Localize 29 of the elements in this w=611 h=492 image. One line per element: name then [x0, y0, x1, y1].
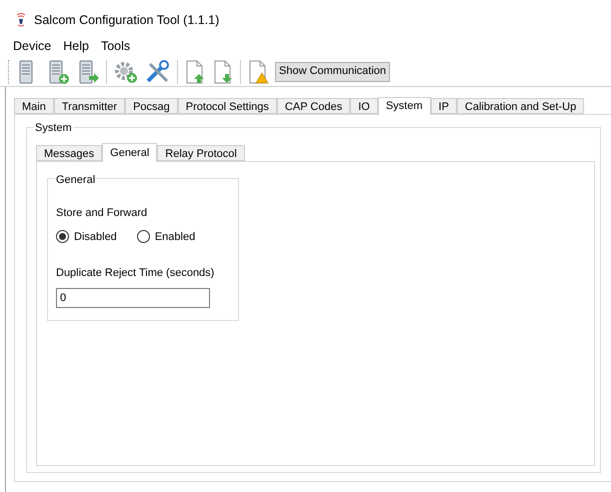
tab[interactable]: Transmitter: [54, 98, 126, 114]
app-logo-icon: [16, 13, 26, 27]
tab[interactable]: Messages: [36, 145, 102, 161]
input-field[interactable]: 0: [56, 288, 210, 308]
tab[interactable]: Relay Protocol: [157, 145, 245, 161]
field-label: Store and Forward: [56, 206, 148, 221]
document-warning-icon[interactable]: [247, 60, 269, 84]
tab[interactable]: System: [378, 97, 431, 115]
tab[interactable]: Calibration and Set-Up: [456, 98, 584, 114]
radio-button[interactable]: Enabled: [136, 228, 196, 245]
window-title: Salcom Configuration Tool (1.1.1): [34, 12, 220, 29]
tab[interactable]: Protocol Settings: [178, 98, 277, 114]
tab[interactable]: CAP Codes: [276, 98, 350, 114]
menu-item[interactable]: Device: [13, 36, 52, 56]
document-up-icon[interactable]: [184, 60, 206, 84]
tab[interactable]: IO: [350, 98, 378, 114]
tools-icon[interactable]: [145, 60, 171, 84]
gear-add-icon[interactable]: [113, 60, 139, 84]
menu-item[interactable]: Help: [63, 36, 89, 56]
show-communication-button[interactable]: Show Communication: [275, 62, 390, 82]
radio-button[interactable]: Disabled: [56, 228, 117, 245]
document-down-icon[interactable]: [212, 60, 234, 84]
field-label: Duplicate Reject Time (seconds): [56, 266, 216, 281]
tab[interactable]: Pocsag: [125, 98, 178, 114]
tab[interactable]: IP: [430, 98, 457, 114]
tab[interactable]: General: [102, 143, 158, 162]
tab[interactable]: Main: [14, 98, 54, 114]
group-title: System: [34, 120, 73, 136]
menu-item[interactable]: Tools: [100, 36, 130, 56]
